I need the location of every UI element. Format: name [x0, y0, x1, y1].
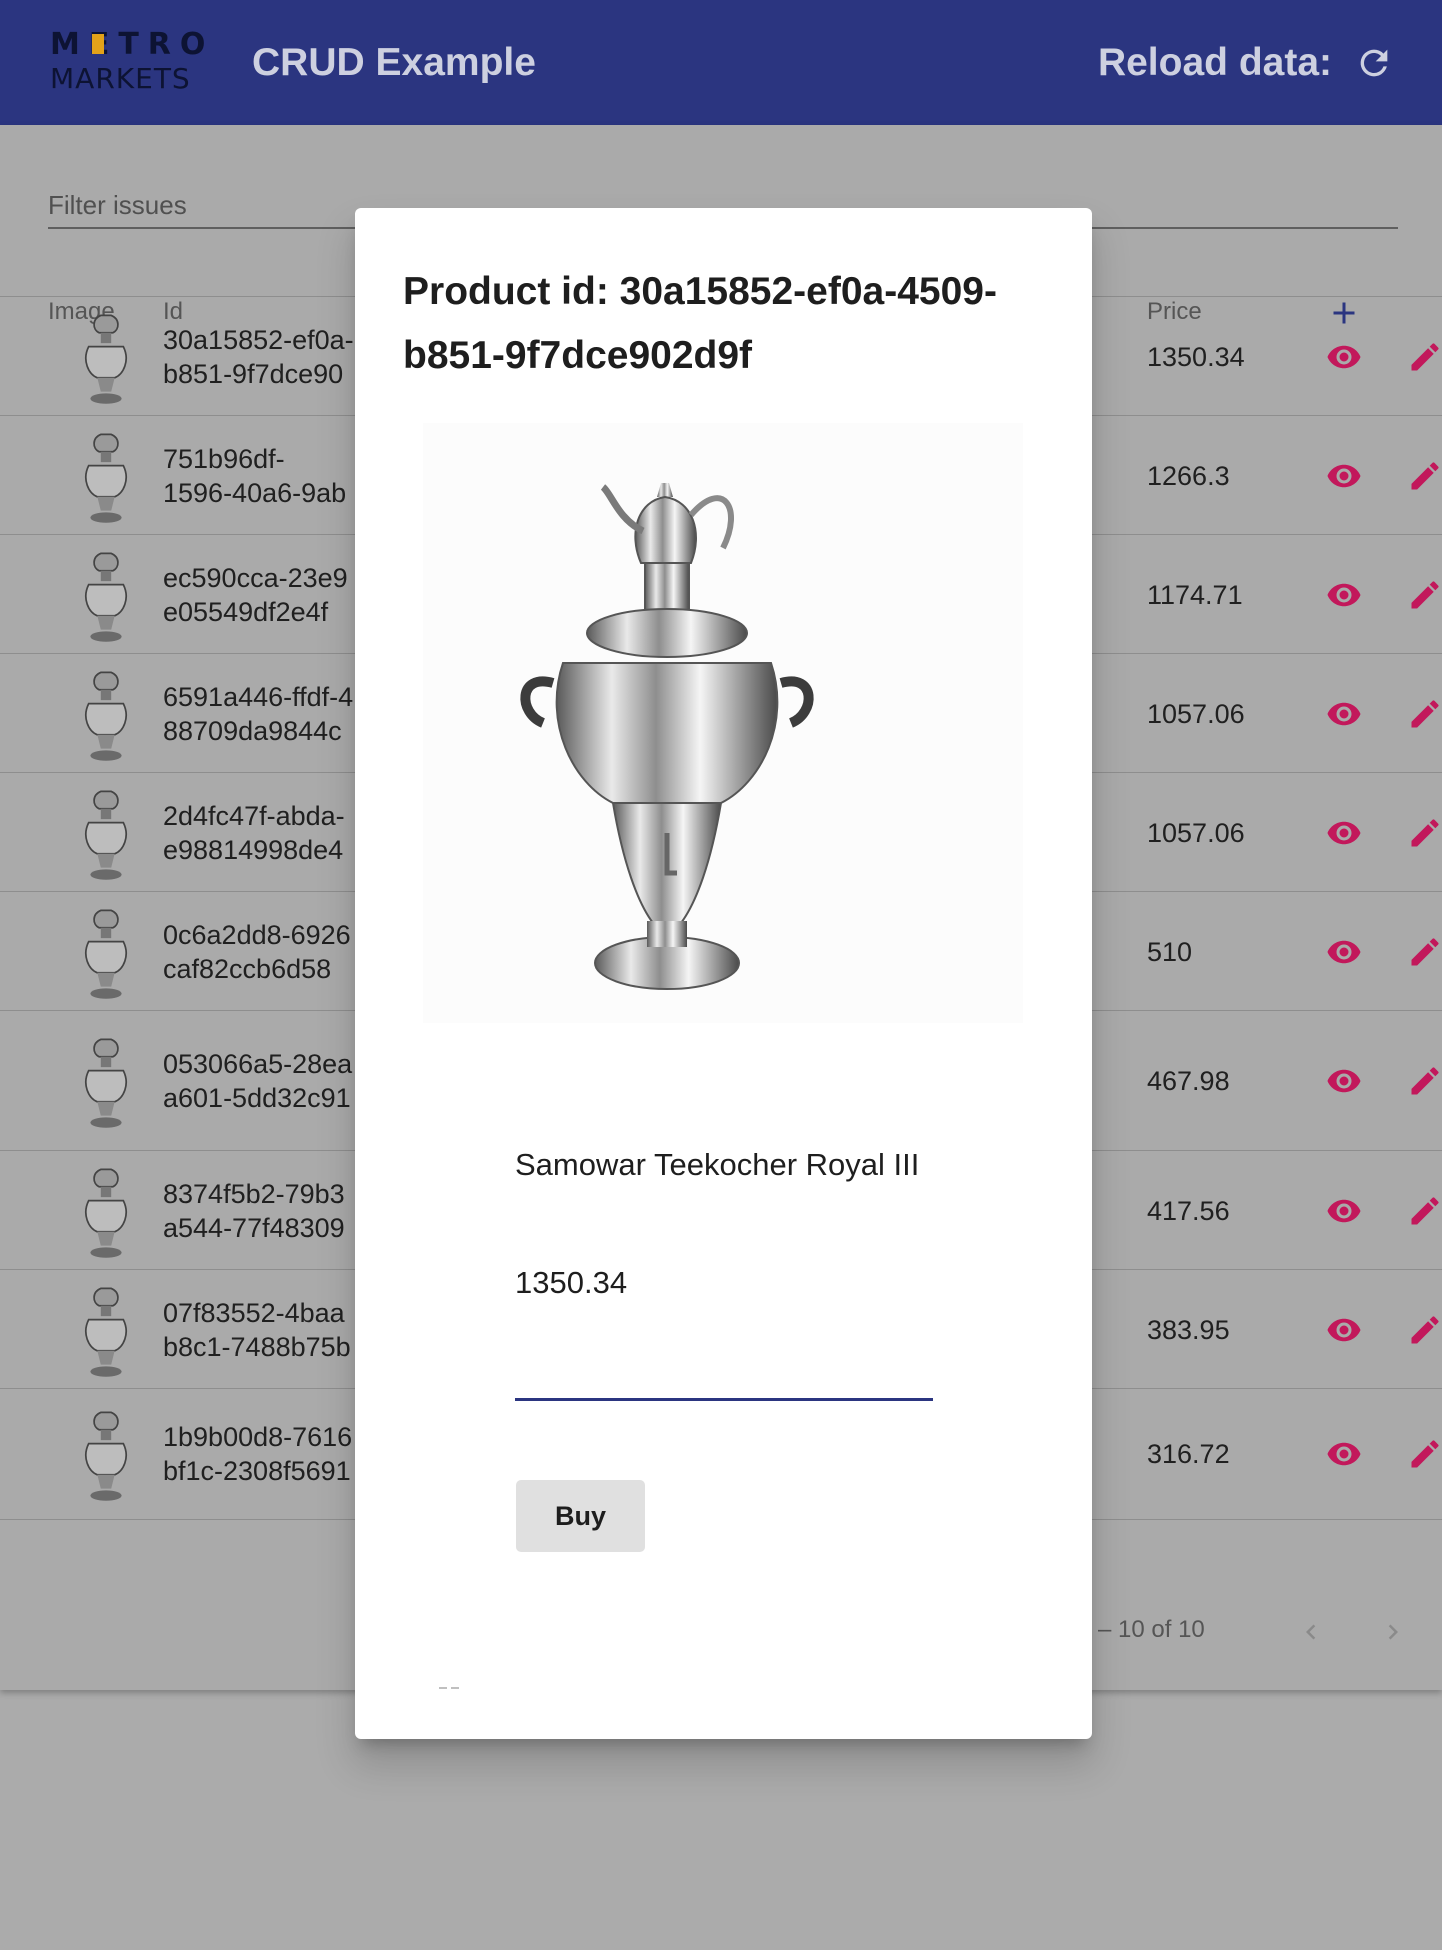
product-dialog: Product id: 30a15852-ef0a-4509-b851-9f7d… — [355, 208, 1092, 1739]
row-id: 30a15852-ef0a-b851-9f7dce90 — [163, 323, 354, 391]
eye-icon[interactable] — [1320, 1063, 1368, 1099]
row-id-line-1: 751b96df- — [163, 443, 285, 474]
row-id-line-1: 1b9b00d8-7616 — [163, 1422, 353, 1452]
footer-mark — [439, 1687, 459, 1689]
app-toolbar: METRO MARKETS CRUD Example Reload data: — [0, 0, 1442, 125]
refresh-icon[interactable] — [1354, 43, 1394, 83]
row-price: 417.56 — [1147, 1195, 1230, 1226]
pagination-range: – 10 of 10 — [1098, 1616, 1205, 1643]
pencil-icon[interactable] — [1407, 934, 1442, 970]
row-id-line-1: 8374f5b2-79b3 — [163, 1178, 345, 1209]
row-id-line-1: 053066a5-28ea — [163, 1049, 353, 1079]
pencil-icon[interactable] — [1407, 1193, 1442, 1229]
row-id-line-1: 30a15852-ef0a- — [163, 324, 354, 355]
eye-icon[interactable] — [1320, 577, 1368, 613]
buy-button[interactable]: Buy — [516, 1480, 645, 1552]
reload-label: Reload data: — [1097, 41, 1332, 84]
dialog-title: Product id: 30a15852-ef0a-4509-b851-9f7d… — [403, 270, 997, 377]
app-title: CRUD Example — [252, 41, 536, 84]
row-id-line-2: e05549df2e4f — [163, 596, 329, 627]
row-price: 1174.71 — [1147, 579, 1243, 610]
row-price: 1266.3 — [1147, 460, 1230, 491]
pencil-icon[interactable] — [1407, 1063, 1442, 1099]
row-id: 0c6a2dd8-6926 caf82ccb6d58 — [163, 918, 351, 986]
eye-icon[interactable] — [1320, 1193, 1368, 1229]
pencil-icon[interactable] — [1407, 339, 1442, 375]
product-thumbnail — [85, 909, 127, 999]
product-thumbnail — [85, 671, 127, 761]
row-id-line-2: a601-5dd32c91 — [163, 1083, 351, 1113]
pencil-icon[interactable] — [1407, 696, 1442, 732]
logo-accent-mark — [92, 34, 104, 54]
product-price: 1350.34 — [515, 1265, 628, 1300]
pencil-icon[interactable] — [1407, 577, 1442, 613]
eye-icon[interactable] — [1320, 1436, 1368, 1472]
quantity-input[interactable] — [515, 1348, 933, 1401]
samovar-image — [423, 423, 1023, 1023]
row-id-line-2: e98814998de4 — [163, 834, 344, 865]
metro-markets-logo: METRO MARKETS — [50, 30, 215, 94]
eye-icon[interactable] — [1320, 934, 1368, 970]
row-id: 053066a5-28ea a601-5dd32c91 — [163, 1047, 352, 1115]
row-id-line-2: caf82ccb6d58 — [163, 953, 332, 984]
product-thumbnail — [85, 1287, 127, 1377]
row-id-line-1: 2d4fc47f-abda- — [163, 800, 345, 831]
row-id: 751b96df- 1596-40a6-9ab — [163, 442, 346, 510]
product-thumbnail — [85, 1168, 127, 1258]
filter-placeholder: Filter issues — [48, 190, 187, 220]
product-thumbnail — [85, 1411, 127, 1501]
row-price: 510 — [1147, 936, 1193, 967]
row-price: 1057.06 — [1147, 698, 1245, 729]
row-price: 383.95 — [1147, 1314, 1230, 1345]
eye-icon[interactable] — [1320, 1312, 1368, 1348]
product-thumbnail — [85, 433, 127, 523]
chevron-left-icon[interactable] — [1296, 1615, 1326, 1649]
row-id: 1b9b00d8-7616 bf1c-2308f5691 — [163, 1420, 352, 1488]
product-thumbnail — [85, 790, 127, 880]
row-id-line-2: 88709da9844c — [163, 715, 342, 746]
pencil-icon[interactable] — [1407, 815, 1442, 851]
row-id: 8374f5b2-79b3 a544-77f48309 — [163, 1177, 345, 1245]
pencil-icon[interactable] — [1407, 1436, 1442, 1472]
product-name: Samowar Teekocher Royal III — [515, 1147, 920, 1182]
row-id-line-1: 07f83552-4baa — [163, 1297, 345, 1328]
row-id: 07f83552-4baa b8c1-7488b75b — [163, 1296, 351, 1364]
pencil-icon[interactable] — [1407, 1312, 1442, 1348]
row-id: ec590cca-23e9 e05549df2e4f — [163, 561, 348, 629]
row-id: 6591a446-ffdf-4 88709da9844c — [163, 680, 353, 748]
product-thumbnail — [85, 314, 127, 404]
logo-text-top: METRO — [50, 27, 215, 62]
reload-control[interactable]: Reload data: — [1098, 40, 1394, 86]
row-price: 316.72 — [1147, 1439, 1230, 1469]
product-thumbnail — [85, 1038, 127, 1128]
row-price: 1057.06 — [1147, 817, 1245, 848]
eye-icon[interactable] — [1320, 815, 1368, 851]
row-id-line-2: b851-9f7dce90 — [163, 358, 344, 389]
chevron-right-icon[interactable] — [1378, 1615, 1408, 1649]
row-id-line-1: 0c6a2dd8-6926 — [163, 919, 351, 950]
eye-icon[interactable] — [1320, 696, 1368, 732]
row-id-line-1: 6591a446-ffdf-4 — [163, 681, 354, 712]
eye-icon[interactable] — [1320, 339, 1368, 375]
row-price: 1350.34 — [1147, 341, 1245, 372]
logo-text-bottom: MARKETS — [50, 62, 191, 95]
row-id-line-2: bf1c-2308f5691 — [163, 1456, 351, 1486]
row-price: 467.98 — [1147, 1066, 1230, 1096]
row-id-line-1: ec590cca-23e9 — [163, 562, 348, 593]
eye-icon[interactable] — [1320, 458, 1368, 494]
product-thumbnail — [85, 552, 127, 642]
row-id-line-2: b8c1-7488b75b — [163, 1331, 351, 1362]
pencil-icon[interactable] — [1407, 458, 1442, 494]
row-id: 2d4fc47f-abda-e98814998de4 — [163, 799, 345, 867]
row-id-line-2: 1596-40a6-9ab — [163, 477, 347, 508]
row-id-line-2: a544-77f48309 — [163, 1212, 345, 1243]
